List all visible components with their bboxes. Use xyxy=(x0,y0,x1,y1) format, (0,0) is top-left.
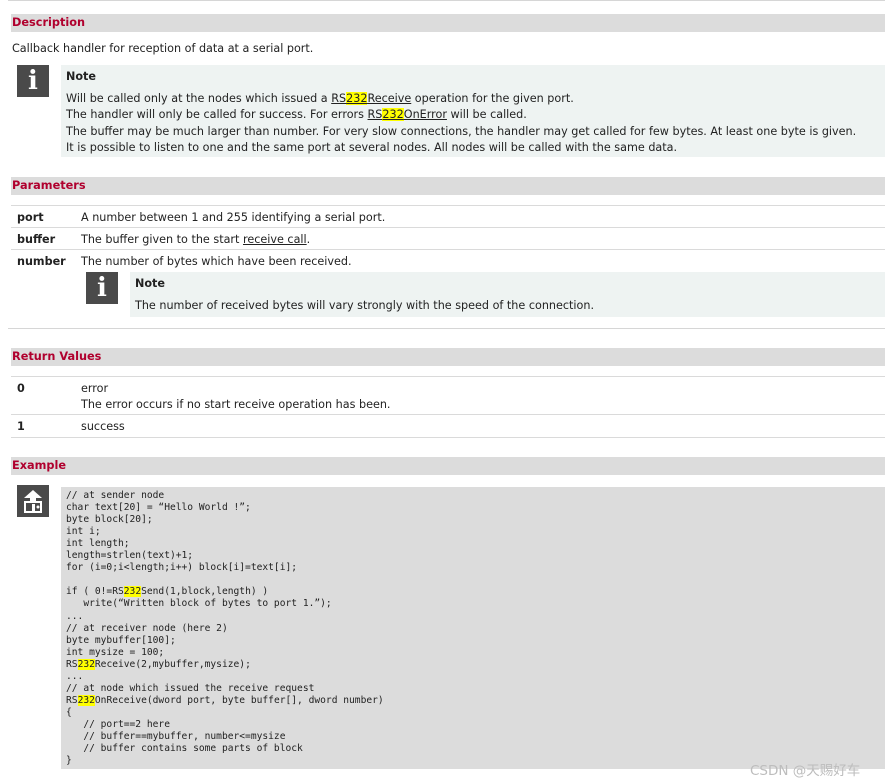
rs232receive-link[interactable]: RS232Receive xyxy=(331,92,411,105)
return-value-0: 0 xyxy=(17,382,25,395)
example-icon xyxy=(17,485,49,517)
section-divider xyxy=(8,328,885,329)
row-divider xyxy=(11,205,885,206)
param-desc-buffer: The buffer given to the start receive ca… xyxy=(81,233,311,246)
code-line: // port==2 here xyxy=(66,718,170,730)
note-title: Note xyxy=(66,70,96,83)
code-line: byte block[20]; xyxy=(66,514,153,526)
code-line: int i; xyxy=(66,526,101,538)
note-text: The number of received bytes will vary s… xyxy=(135,299,595,312)
info-icon: i xyxy=(17,65,49,97)
return-detail-error: The error occurs if no start receive ope… xyxy=(81,398,391,411)
description-heading: Description xyxy=(11,14,885,32)
code-line: char text[20] = “Hello World !”; xyxy=(66,502,251,514)
row-divider xyxy=(11,249,885,250)
param-desc-port: A number between 1 and 255 identifying a… xyxy=(81,211,386,224)
code-line: RS232Receive(2,mybuffer,mysize); xyxy=(66,658,251,670)
receive-call-link[interactable]: receive call xyxy=(243,233,307,246)
code-line: byte mybuffer[100]; xyxy=(66,634,176,646)
return-label-error: error xyxy=(81,382,109,395)
param-desc-number: The number of bytes which have been rece… xyxy=(81,255,352,268)
parameters-heading: Parameters xyxy=(11,177,885,195)
number-note: Note The number of received bytes will v… xyxy=(130,272,885,317)
code-line: // at sender node xyxy=(66,490,165,501)
description-note: Note Will be called only at the nodes wh… xyxy=(61,65,885,157)
info-icon: i xyxy=(86,272,118,304)
note-line-3: The buffer may be much larger than numbe… xyxy=(66,125,857,138)
code-line: ... xyxy=(66,610,84,622)
row-divider xyxy=(11,376,885,377)
code-line: write(“Written block of bytes to port 1.… xyxy=(66,598,332,610)
row-divider xyxy=(11,414,885,415)
code-line: { xyxy=(66,706,72,718)
return-values-heading: Return Values xyxy=(11,348,885,366)
watermark: CSDN @天赐好车 xyxy=(750,763,861,779)
return-value-1: 1 xyxy=(17,420,25,433)
code-line: for (i=0;i<length;i++) block[i]=text[i]; xyxy=(66,562,298,574)
param-name-number: number xyxy=(17,255,66,268)
top-divider xyxy=(8,0,885,1)
code-line: length=strlen(text)+1; xyxy=(66,550,194,562)
code-line: ... xyxy=(66,670,84,682)
return-label-success: success xyxy=(81,420,125,433)
example-heading: Example xyxy=(11,457,885,475)
note-line-2: The handler will only be called for succ… xyxy=(66,108,527,121)
row-divider xyxy=(11,437,885,438)
row-divider xyxy=(11,227,885,228)
code-line: } xyxy=(66,755,72,767)
param-name-buffer: buffer xyxy=(17,233,56,246)
description-text: Callback handler for reception of data a… xyxy=(12,42,314,55)
code-line: int mysize = 100; xyxy=(66,646,165,658)
param-name-port: port xyxy=(17,211,44,224)
note-title: Note xyxy=(135,277,165,290)
note-line-1: Will be called only at the nodes which i… xyxy=(66,92,574,105)
help-page: Description Callback handler for recepti… xyxy=(0,0,885,784)
code-line: // buffer==mybuffer, number<=mysize xyxy=(66,731,286,742)
code-line: // at node which issued the receive requ… xyxy=(66,682,315,694)
code-line: // at receiver node (here 2) xyxy=(66,622,228,634)
code-line: RS232OnReceive(dword port, byte buffer[]… xyxy=(66,694,384,706)
note-line-4: It is possible to listen to one and the … xyxy=(66,141,678,154)
code-line: int length; xyxy=(66,538,130,550)
code-line: if ( 0!=RS232Send(1,block,length) ) xyxy=(66,586,269,598)
code-line: // buffer contains some parts of block xyxy=(66,743,303,755)
rs232onerror-link[interactable]: RS232OnError xyxy=(368,108,447,121)
